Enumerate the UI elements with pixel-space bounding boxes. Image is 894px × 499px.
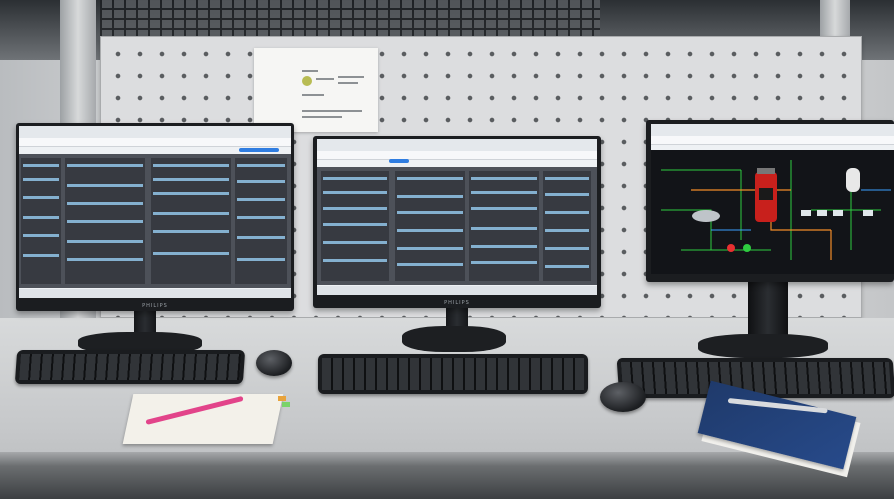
ceiling-grid xyxy=(100,0,600,40)
scada-diagram-svg xyxy=(661,160,891,260)
keyboard-center xyxy=(318,354,588,394)
monitor-2-taskbar xyxy=(317,286,597,295)
notebook-tab-orange xyxy=(278,396,286,401)
pinned-paper-notice xyxy=(254,48,378,132)
monitor-3 xyxy=(646,120,894,282)
mouse-left xyxy=(256,350,292,376)
scada-process-diagram xyxy=(651,150,894,274)
desk-edge xyxy=(0,452,894,499)
monitor-2-screen xyxy=(317,139,597,295)
monitor-1-brand: PHILIPS xyxy=(142,303,168,309)
dashboard-panels xyxy=(19,154,291,288)
scada-vessel xyxy=(846,168,860,192)
scada-drum xyxy=(692,210,720,222)
monitor-2: PHILIPS xyxy=(313,136,601,308)
mouse-right xyxy=(600,382,646,412)
monitor-3-base xyxy=(698,334,828,358)
monitor-1-taskbar xyxy=(19,289,291,298)
monitor-3-stand xyxy=(748,278,788,342)
dashboard-panels xyxy=(317,167,597,285)
notebook-tab-green xyxy=(282,402,290,407)
monitor-1-screen xyxy=(19,126,291,298)
monitor-2-base xyxy=(402,326,506,352)
paper-logo-icon xyxy=(302,76,312,86)
monitor-2-brand: PHILIPS xyxy=(444,300,470,306)
monitor-3-screen xyxy=(651,124,894,274)
keyboard-left xyxy=(14,350,246,384)
photo-scene: PHILIPS PHILIPS xyxy=(0,0,894,499)
monitor-1: PHILIPS xyxy=(16,123,294,311)
